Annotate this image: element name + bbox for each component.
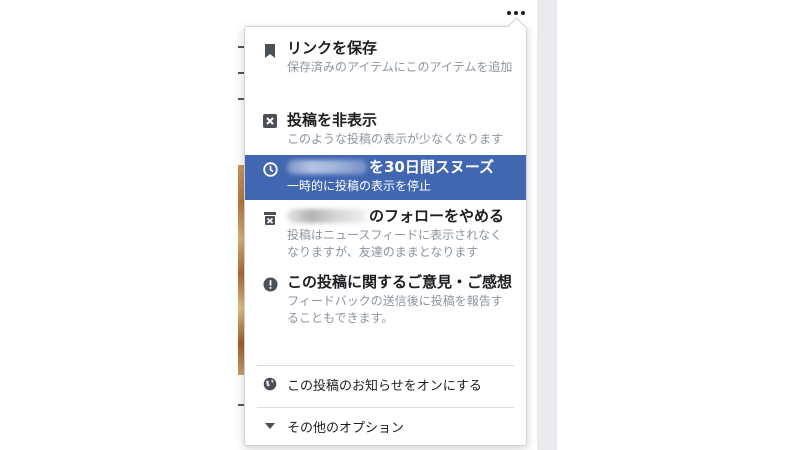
menu-item-title: この投稿に関するご意見・ご感想 <box>287 273 513 291</box>
dot <box>521 11 525 15</box>
menu-item-title: を30日間スヌーズ <box>287 158 514 176</box>
menu-item-label: その他のオプション <box>287 420 405 436</box>
unfollow-icon <box>262 210 278 226</box>
page-right-gutter <box>537 0 557 450</box>
menu-item-title-text: を30日間スヌーズ <box>369 158 495 176</box>
menu-item-title: リンクを保存 <box>287 39 378 57</box>
menu-item-snooze[interactable]: を30日間スヌーズ 一時的に投稿の表示を停止 <box>245 155 526 200</box>
menu-item-save-link[interactable]: リンクを保存 保存済みのアイテムにこのアイテムを追加 <box>245 39 526 97</box>
globe-icon <box>262 376 278 392</box>
menu-item-title: 投稿を非表示 <box>287 111 378 129</box>
menu-item-hide-post[interactable]: 投稿を非表示 このような投稿の表示が少なくなります <box>245 111 526 151</box>
caret-down-icon <box>262 418 278 434</box>
alert-icon <box>262 276 278 292</box>
menu-item-title: のフォローをやめる <box>287 207 514 225</box>
menu-divider <box>257 407 514 408</box>
menu-item-label: この投稿のお知らせをオンにする <box>287 378 482 394</box>
clock-icon <box>262 161 278 177</box>
menu-item-description: 一時的に投稿の表示を停止 <box>287 179 432 193</box>
dot <box>514 11 518 15</box>
close-box-icon <box>262 113 278 129</box>
bookmark-icon <box>262 43 278 59</box>
menu-item-description: 投稿はニュースフィードに表示されなくなりますが、友達のままとなります <box>287 228 503 259</box>
menu-item-description: このような投稿の表示が少なくなります <box>287 132 504 146</box>
menu-item-more-options[interactable]: その他のオプション <box>245 409 526 443</box>
dot <box>507 11 511 15</box>
blurred-name <box>287 160 367 174</box>
menu-item-description: フィードバックの送信後に投稿を報告することもできます。 <box>287 294 503 325</box>
post-options-menu: リンクを保存 保存済みのアイテムにこのアイテムを追加 投稿を非表示 このような投… <box>244 17 527 446</box>
menu-item-notifications[interactable]: この投稿のお知らせをオンにする <box>245 367 526 401</box>
blurred-name <box>287 209 367 223</box>
menu-item-title-text: のフォローをやめる <box>369 207 505 225</box>
menu-pointer <box>507 17 526 36</box>
menu-item-description: 保存済みのアイテムにこのアイテムを追加 <box>287 60 513 74</box>
menu-item-unfollow[interactable]: のフォローをやめる 投稿はニュースフィードに表示されなくなりますが、友達のままと… <box>245 207 526 267</box>
menu-divider <box>257 365 514 366</box>
menu-item-feedback[interactable]: この投稿に関するご意見・ご感想 フィードバックの送信後に投稿を報告することもでき… <box>245 273 526 355</box>
